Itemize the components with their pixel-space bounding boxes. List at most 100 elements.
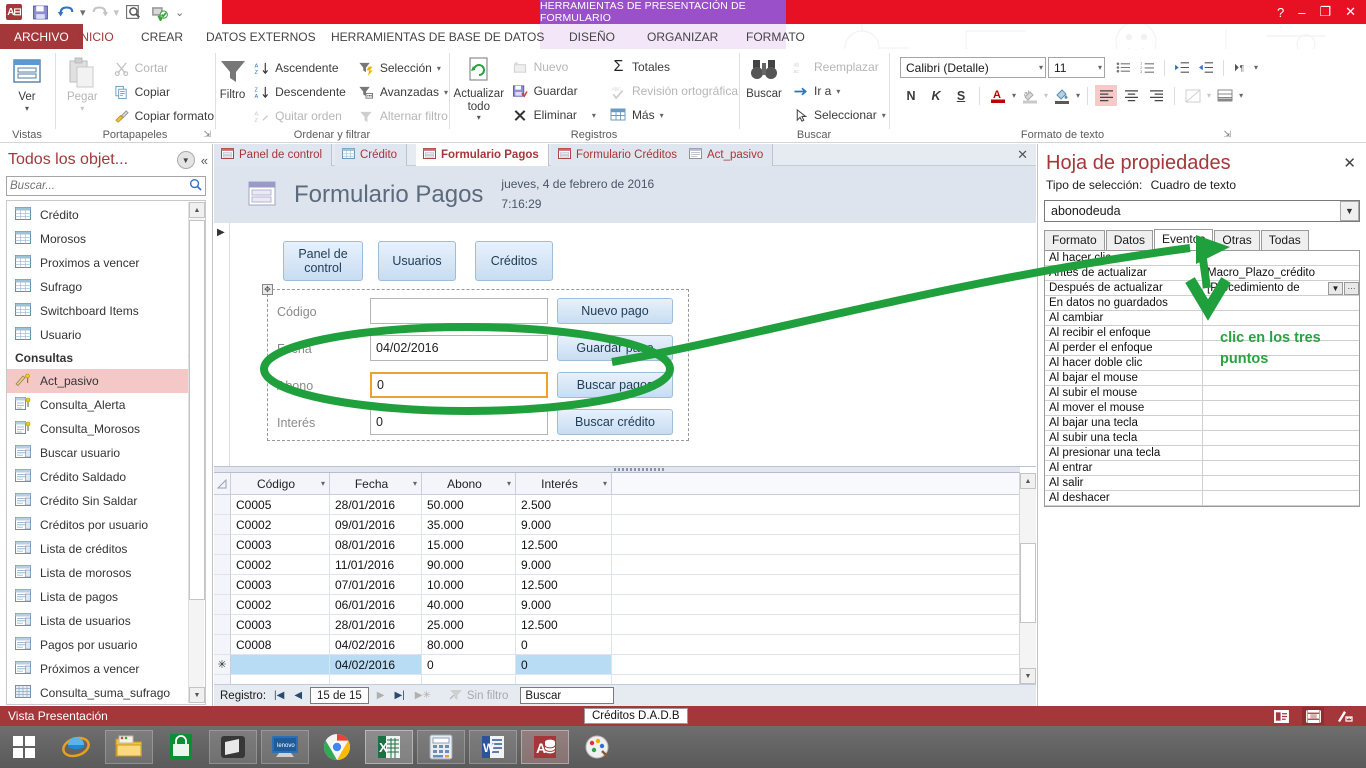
restore-button[interactable]: ❐ <box>1319 4 1331 20</box>
text-highlight-icon[interactable]: ab <box>1019 85 1041 106</box>
ribbon-tab-crear[interactable]: CREAR <box>130 24 194 49</box>
nav-item-lista-de-cr-ditos[interactable]: Lista de créditos <box>7 537 205 561</box>
datasheet-scroll-thumb[interactable] <box>1020 543 1036 623</box>
column-header-abono[interactable]: Abono ▾ <box>422 473 516 494</box>
actualizar-dropdown-icon[interactable]: ▾ <box>477 113 481 122</box>
column-filter-icon[interactable]: ▾ <box>603 479 607 488</box>
ribbon-tab-herramientas-bd[interactable]: HERRAMIENTAS DE BASE DE DATOS <box>320 24 555 49</box>
fill-color-icon[interactable] <box>1051 85 1073 106</box>
search-input[interactable] <box>10 180 189 192</box>
interes-input[interactable]: 0 <box>370 409 548 435</box>
align-left-button[interactable] <box>1095 85 1118 106</box>
close-button[interactable]: ✕ <box>1345 4 1356 20</box>
cell[interactable]: 12.500 <box>516 535 612 555</box>
bulleted-list-icon[interactable] <box>1112 57 1134 78</box>
ascendente-button[interactable]: AZ Ascendente <box>253 56 346 80</box>
column-filter-icon[interactable]: ▾ <box>321 479 325 488</box>
excel-icon[interactable]: X <box>365 730 413 764</box>
property-tab-todas[interactable]: Todas <box>1260 230 1309 250</box>
row-selector[interactable] <box>214 635 231 655</box>
ir-a-dropdown-icon[interactable]: ▾ <box>836 87 840 96</box>
fecha-input[interactable]: 04/02/2016 <box>370 335 548 361</box>
ribbon-tab-diseno[interactable]: DISEÑO <box>558 24 626 49</box>
property-rows-table[interactable]: Al hacer clic Antes de actualizar Macro_… <box>1044 250 1360 507</box>
row-selector[interactable] <box>214 515 231 535</box>
table-row[interactable]: C0003 07/01/2016 10.000 12.500 <box>214 575 1019 595</box>
seleccionar-dropdown-icon[interactable]: ▾ <box>882 111 886 120</box>
ribbon-tab-organizar[interactable]: ORGANIZAR <box>636 24 729 49</box>
property-row[interactable]: Al bajar una tecla <box>1045 416 1359 431</box>
row-selector[interactable] <box>214 615 231 635</box>
row-selector[interactable] <box>214 495 231 515</box>
close-document-icon[interactable]: ✕ <box>1017 147 1028 163</box>
navigation-pane-menu-icon[interactable]: ▼ <box>176 151 195 169</box>
cell[interactable]: 07/01/2016 <box>330 575 422 595</box>
cell[interactable]: 9.000 <box>516 555 612 575</box>
cell[interactable]: 9.000 <box>516 595 612 615</box>
cell[interactable]: C0003 <box>231 615 330 635</box>
cell[interactable]: 25.000 <box>422 615 516 635</box>
property-value[interactable] <box>1203 251 1359 265</box>
portapapeles-dialog-launcher[interactable]: ⇲ <box>203 129 211 140</box>
chevron-down-icon[interactable]: ▼ <box>1328 281 1343 295</box>
gridlines-dropdown-icon[interactable]: ▾ <box>1239 91 1243 100</box>
datasheet-scroll-down-button[interactable]: ▼ <box>1020 668 1036 684</box>
descendente-button[interactable]: ZA Descendente <box>253 80 346 104</box>
property-value[interactable] <box>1203 491 1359 505</box>
first-record-button[interactable]: |◀ <box>272 690 286 701</box>
mas-button[interactable]: Más ▾ <box>610 103 738 127</box>
cell[interactable]: 11/01/2016 <box>330 555 422 575</box>
column-filter-icon[interactable]: ▾ <box>413 479 417 488</box>
ribbon-tab-datos-externos[interactable]: DATOS EXTERNOS <box>195 24 327 49</box>
cell[interactable]: C0002 <box>231 555 330 575</box>
property-value[interactable] <box>1203 431 1359 445</box>
start-button[interactable] <box>0 730 48 764</box>
property-row[interactable]: Al cambiar <box>1045 311 1359 326</box>
ir-a-button[interactable]: Ir a ▾ <box>792 79 886 103</box>
property-row[interactable]: Al deshacer <box>1045 491 1359 506</box>
cell[interactable]: 35.000 <box>422 515 516 535</box>
cell[interactable]: 28/01/2016 <box>330 615 422 635</box>
ribbon-tab-formato[interactable]: FORMATO <box>735 24 816 49</box>
cell[interactable]: 80.000 <box>422 635 516 655</box>
nav-item-pr-ximos-a-vencer[interactable]: Próximos a vencer <box>7 657 205 681</box>
property-tab-datos[interactable]: Datos <box>1105 230 1154 250</box>
seleccion-dropdown-icon[interactable]: ▾ <box>437 64 441 73</box>
property-row[interactable]: Al mover el mouse <box>1045 401 1359 416</box>
calculator-icon[interactable] <box>417 730 465 764</box>
cell[interactable]: 0 <box>516 635 612 655</box>
nav-item-cr-dito-saldado[interactable]: Crédito Saldado <box>7 465 205 489</box>
text-direction-icon[interactable]: ¶ <box>1230 57 1252 78</box>
property-value[interactable] <box>1203 371 1359 385</box>
property-value[interactable] <box>1203 401 1359 415</box>
cell[interactable]: 06/01/2016 <box>330 595 422 615</box>
property-row[interactable]: Al bajar el mouse <box>1045 371 1359 386</box>
align-center-button[interactable] <box>1120 85 1142 106</box>
form-record-selector[interactable]: ▶ <box>214 223 230 466</box>
column-header-fecha[interactable]: Fecha ▾ <box>330 473 422 494</box>
nav-item-switchboard-items[interactable]: Switchboard Items <box>7 299 205 323</box>
bold-button[interactable]: N <box>900 85 922 106</box>
usuarios-button[interactable]: Usuarios <box>378 241 456 281</box>
text-direction-dropdown-icon[interactable]: ▾ <box>1254 63 1258 72</box>
font-name-dropdown-icon[interactable]: ▾ <box>1039 63 1043 72</box>
new-record-row[interactable]: ✳ 04/02/2016 0 0 <box>214 655 1019 675</box>
design-view-icon[interactable] <box>1334 707 1356 725</box>
property-row[interactable]: Al entrar <box>1045 461 1359 476</box>
totales-button[interactable]: Σ Totales <box>610 55 738 79</box>
table-row[interactable]: C0003 08/01/2016 15.000 12.500 <box>214 535 1019 555</box>
minimize-button[interactable]: – <box>1298 5 1305 20</box>
help-button[interactable]: ? <box>1277 5 1284 20</box>
codigo-input[interactable] <box>370 298 548 324</box>
ver-button[interactable]: Ver ▾ <box>0 54 54 113</box>
row-selector[interactable] <box>214 555 231 575</box>
nav-item-pagos-por-usuario[interactable]: Pagos por usuario <box>7 633 205 657</box>
nav-item-proximos-a-vencer[interactable]: Proximos a vencer <box>7 251 205 275</box>
guardar-pago-button[interactable]: Guardar pago <box>557 335 673 361</box>
text-highlight-dropdown-icon[interactable]: ▾ <box>1044 91 1048 100</box>
cell[interactable]: C0008 <box>231 635 330 655</box>
doc-tab-panel-de-control[interactable]: Panel de control <box>214 144 333 166</box>
nav-item-act_pasivo[interactable]: Act_pasivo <box>7 369 205 393</box>
nuevo-pago-button[interactable]: Nuevo pago <box>557 298 673 324</box>
copiar-button[interactable]: Copiar <box>113 80 214 104</box>
